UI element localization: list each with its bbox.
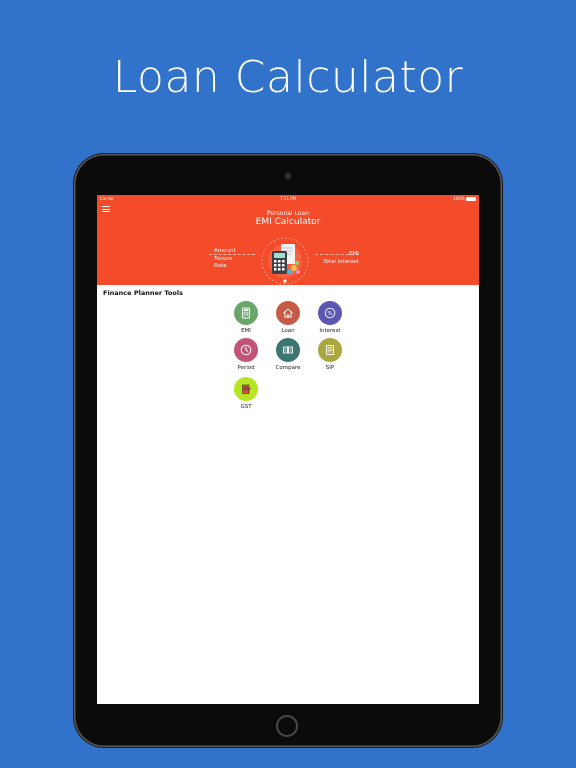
- app-screen: Carrier 7:11 PM 100% Personal Loan EMI C…: [97, 195, 479, 704]
- tool-label-period: Period: [237, 365, 255, 371]
- tool-period[interactable]: Period: [226, 338, 266, 371]
- tool-interest[interactable]: % Interest: [310, 301, 350, 334]
- tool-compare[interactable]: Compare: [268, 338, 308, 371]
- banner-subtitle: Personal Loan: [267, 210, 309, 217]
- section-title: Finance Planner Tools: [103, 289, 183, 297]
- tool-label-loan: Loan: [281, 328, 295, 334]
- tool-label-compare: Compare: [275, 365, 301, 371]
- banner-input-tenure: Tenure: [214, 255, 233, 262]
- invoice-icon: [234, 377, 258, 401]
- camera-icon: [285, 173, 291, 179]
- tool-label-interest: Interest: [319, 328, 341, 334]
- tool-gst[interactable]: GST: [226, 377, 266, 410]
- tool-sip[interactable]: SIP: [310, 338, 350, 371]
- tool-label-gst: GST: [240, 404, 252, 410]
- home-button[interactable]: [276, 715, 298, 737]
- svg-text:%: %: [327, 311, 332, 317]
- home-icon: [276, 301, 300, 325]
- clock-icon: [234, 338, 258, 362]
- status-time: 7:11 PM: [279, 196, 297, 201]
- banner-input-amount: Amount: [214, 248, 236, 254]
- battery-percent: 100%: [453, 196, 465, 201]
- banner-output-interest: Total Interest: [323, 258, 359, 265]
- banner-title: EMI Calculator: [255, 217, 321, 227]
- tool-emi[interactable]: EMI: [226, 301, 266, 334]
- tool-loan[interactable]: Loan: [268, 301, 308, 334]
- calculator-icon: [234, 301, 258, 325]
- percent-icon: %: [318, 301, 342, 325]
- banner-outputs-list: EMI Total Interest: [323, 251, 359, 266]
- banner-inputs-list: Amount Tenure Rate: [214, 248, 236, 271]
- document-icon: [318, 338, 342, 362]
- battery-indicator: 100%: [453, 196, 476, 201]
- tool-label-emi: EMI: [241, 328, 251, 334]
- tool-label-sip: SIP: [325, 365, 335, 371]
- status-bar: Carrier 7:11 PM 100%: [97, 195, 479, 202]
- calculator-illustration-icon: [261, 237, 309, 285]
- app-banner: Personal Loan EMI Calculator Amount Tenu…: [97, 202, 479, 285]
- battery-icon: [466, 197, 476, 201]
- page-headline: Loan Calculator: [112, 52, 464, 103]
- banner-output-emi: EMI: [348, 251, 359, 257]
- compare-icon: [276, 338, 300, 362]
- banner-input-rate: Rate: [214, 263, 227, 269]
